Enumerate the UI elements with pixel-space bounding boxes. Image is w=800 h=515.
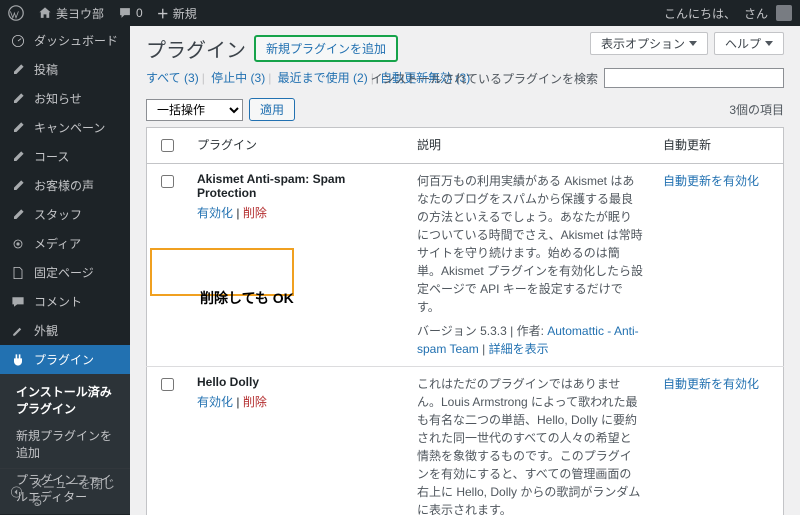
delete-link[interactable]: 削除: [243, 206, 267, 220]
avatar[interactable]: [776, 5, 792, 21]
row-checkbox[interactable]: [161, 378, 174, 391]
new-label: 新規: [173, 5, 197, 22]
user-name: さん: [744, 5, 768, 22]
sidebar-item-appearance[interactable]: 外観: [0, 316, 130, 345]
sidebar-label: プラグイン: [34, 351, 94, 368]
content-area: 表示オプション ヘルプ プラグイン 新規プラグインを追加 すべて (3)| 停止…: [130, 26, 800, 515]
bulk-action-select[interactable]: 一括操作: [146, 99, 243, 121]
sidebar-item-staff[interactable]: スタッフ: [0, 200, 130, 229]
sidebar-label: 固定ページ: [34, 264, 94, 281]
table-row: Hello Dolly有効化 | 削除これはただのプラグインではありません。Lo…: [147, 367, 784, 515]
plugin-name: Akismet Anti-spam: Spam Protection: [197, 172, 345, 200]
sidebar-item-course[interactable]: コース: [0, 142, 130, 171]
filter-inactive[interactable]: 停止中 (3): [211, 71, 265, 85]
collapse-menu[interactable]: メニューを閉じる: [0, 468, 130, 515]
help-button[interactable]: ヘルプ: [714, 32, 784, 55]
table-row: Akismet Anti-spam: Spam Protection有効化 | …: [147, 164, 784, 367]
screen-options-button[interactable]: 表示オプション: [590, 32, 708, 55]
sidebar-item-comments[interactable]: コメント: [0, 287, 130, 316]
col-desc[interactable]: 説明: [407, 128, 653, 164]
greeting: こんにちは、: [664, 5, 736, 22]
chevron-down-icon: [765, 41, 773, 46]
tablenav-top: 一括操作 適用 3個の項目: [146, 98, 784, 121]
sidebar-label: 投稿: [34, 61, 58, 78]
screen-options-label: 表示オプション: [601, 35, 685, 52]
sidebar-label: お客様の声: [34, 177, 94, 194]
new-content[interactable]: ＋新規: [157, 5, 197, 22]
comments-count: 0: [136, 6, 143, 20]
plugin-description: 何百万もの利用実績がある Akismet はあなたのブログをスパムから保護する最…: [417, 174, 643, 314]
col-plugin[interactable]: プラグイン: [187, 128, 407, 164]
sidebar-item-media[interactable]: メディア: [0, 229, 130, 258]
add-new-plugin-button[interactable]: 新規プラグインを追加: [254, 35, 398, 62]
select-all-top[interactable]: [161, 139, 174, 152]
sidebar-item-voice[interactable]: お客様の声: [0, 171, 130, 200]
admin-bar: 美ヨウ部 0 ＋新規 こんにちは、 さん: [0, 0, 800, 26]
plugin-name: Hello Dolly: [197, 375, 259, 389]
help-label: ヘルプ: [725, 35, 761, 52]
wp-logo[interactable]: [8, 5, 24, 21]
comments-link[interactable]: 0: [118, 6, 143, 20]
enable-auto-update-link[interactable]: 自動更新を有効化: [663, 174, 759, 188]
sidebar-item-dashboard[interactable]: ダッシュボード: [0, 26, 130, 55]
sidebar-label: メディア: [34, 235, 81, 252]
sidebar-item-campaign[interactable]: キャンペーン: [0, 113, 130, 142]
submenu-add-new[interactable]: 新規プラグインを追加: [0, 422, 130, 466]
search-label: インストールされているプラグインを検索: [371, 70, 598, 87]
plugin-search-input[interactable]: [604, 68, 784, 88]
sidebar-label: コース: [34, 148, 69, 165]
activate-link[interactable]: 有効化: [197, 206, 233, 220]
sidebar-item-posts[interactable]: 投稿: [0, 55, 130, 84]
collapse-label: メニューを閉じる: [31, 475, 120, 509]
sidebar-item-pages[interactable]: 固定ページ: [0, 258, 130, 287]
delete-link[interactable]: 削除: [243, 395, 267, 409]
enable-auto-update-link[interactable]: 自動更新を有効化: [663, 377, 759, 391]
apply-button[interactable]: 適用: [249, 98, 295, 121]
site-link[interactable]: 美ヨウ部: [38, 5, 104, 22]
sidebar-item-plugins[interactable]: プラグイン: [0, 345, 130, 374]
sidebar-label: キャンペーン: [34, 119, 105, 136]
plugin-meta: バージョン 5.3.3 | 作者: Automattic - Anti-spam…: [417, 322, 643, 358]
details-link[interactable]: 詳細を表示: [489, 342, 549, 356]
col-auto[interactable]: 自動更新: [653, 128, 784, 164]
items-count: 3個の項目: [729, 101, 784, 118]
page-title: プラグイン: [146, 34, 246, 63]
filter-all[interactable]: すべて (3): [146, 71, 199, 85]
sidebar-item-news[interactable]: お知らせ: [0, 84, 130, 113]
plugin-description: これはただのプラグインではありません。Louis Armstrong によって歌…: [417, 377, 640, 515]
submenu-installed[interactable]: インストール済みプラグイン: [0, 378, 130, 422]
activate-link[interactable]: 有効化: [197, 395, 233, 409]
row-checkbox[interactable]: [161, 175, 174, 188]
sidebar-label: 外観: [34, 322, 58, 339]
sidebar-label: お知らせ: [34, 90, 82, 107]
sidebar-label: スタッフ: [34, 206, 82, 223]
chevron-down-icon: [689, 41, 697, 46]
filter-recent[interactable]: 最近まで使用 (2): [278, 71, 368, 85]
sidebar-label: ダッシュボード: [34, 32, 118, 49]
site-name: 美ヨウ部: [56, 5, 104, 22]
sidebar-label: コメント: [34, 293, 82, 310]
plugins-table: プラグイン 説明 自動更新 Akismet Anti-spam: Spam Pr…: [146, 127, 784, 515]
admin-sidebar: ダッシュボード 投稿 お知らせ キャンペーン コース お客様の声 スタッフ メデ…: [0, 26, 130, 515]
